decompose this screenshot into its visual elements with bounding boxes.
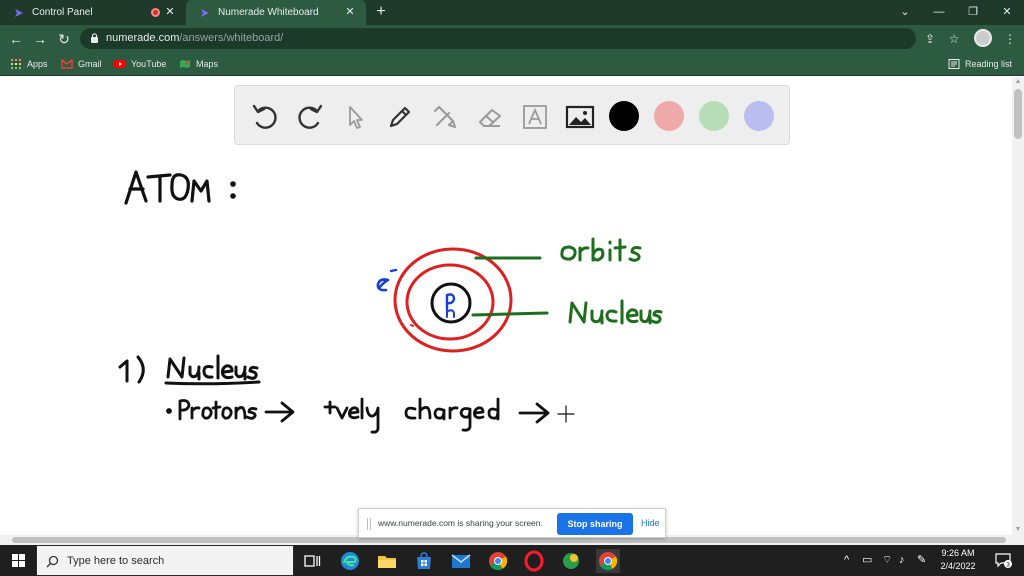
color-swatch-black[interactable] [609,101,639,131]
show-hidden-icons-chevron-icon[interactable]: ^ [844,553,849,567]
scroll-down-arrow-icon[interactable]: ▼ [1012,525,1024,535]
share-icon[interactable]: ⇪ [920,29,940,49]
bookmark-maps[interactable]: Maps [179,56,218,72]
reload-button[interactable]: ↻ [54,29,74,49]
tab-title: Control Panel [32,7,93,18]
menu-icon[interactable]: ⋮ [1000,29,1020,49]
handwriting-section-nucleus [118,354,261,386]
close-window-button[interactable]: ✕ [990,0,1024,25]
handwriting-atom-heading [124,170,236,205]
url-path: /answers/whiteboard/ [179,32,284,44]
color-swatch-red[interactable] [654,101,684,131]
gmail-icon [61,59,73,69]
file-explorer-icon[interactable] [375,549,399,573]
restore-window-button[interactable]: ❐ [956,0,990,25]
maps-icon [180,60,190,68]
search-icon [46,555,59,568]
browser-tab-strip: Control Panel ✕ Numerade Whiteboard ✕ + … [0,0,1024,25]
notification-center-icon[interactable]: 3 [994,551,1012,569]
handwriting-nucleus-label [568,299,663,325]
lock-icon [91,33,98,43]
windows-taskbar: Type here to search ^ ▭ ⌔ ♪ ✎ 9:26 AM 2/… [0,545,1024,576]
cursor-crosshair-icon [557,405,575,423]
reading-list-button[interactable]: Reading list [948,56,1012,72]
image-upload-icon[interactable] [564,101,596,133]
edge-browser-icon[interactable] [338,549,362,573]
hide-banner-button[interactable]: Hide [641,518,660,528]
mail-icon[interactable] [449,549,473,573]
volume-icon[interactable]: ♪ [899,553,905,567]
reading-list-label: Reading list [965,59,1013,69]
profile-avatar[interactable] [974,29,992,47]
address-bar[interactable]: numerade.com/answers/whiteboard/ [80,28,916,49]
color-swatch-blue[interactable] [744,101,774,131]
clock-time: 9:26 AM [941,548,975,558]
redo-icon[interactable] [294,101,326,133]
taskbar-clock[interactable]: 9:26 AM 2/4/2022 [928,547,988,573]
clock-date: 2/4/2022 [940,561,976,571]
bookmark-star-icon[interactable]: ☆ [944,29,964,49]
screen-sharing-banner: www.numerade.com is sharing your screen.… [358,508,666,538]
scrollbar-thumb[interactable] [1014,89,1022,139]
whiteboard-toolbar [234,85,790,145]
tab-control-panel[interactable]: Control Panel ✕ [0,0,186,25]
reading-list-icon [948,59,960,69]
screen: Control Panel ✕ Numerade Whiteboard ✕ + … [0,0,1024,576]
youtube-icon [114,60,126,68]
close-tab-icon[interactable]: ✕ [164,6,176,18]
recording-indicator-icon [151,8,160,17]
back-button[interactable]: ← [6,29,26,49]
drag-handle-icon[interactable] [367,518,371,530]
search-placeholder: Type here to search [67,555,165,567]
select-pointer-icon[interactable] [339,101,371,133]
sharing-message: www.numerade.com is sharing your screen. [378,518,543,528]
opera-icon[interactable] [522,549,546,573]
app-icon[interactable] [559,549,583,573]
chrome-icon[interactable] [486,549,510,573]
tools-icon[interactable] [429,101,461,133]
new-tab-button[interactable]: + [372,3,390,21]
minimize-window-button[interactable]: — [922,0,956,25]
forward-button[interactable]: → [30,29,50,49]
bookmark-label: YouTube [131,59,167,69]
stop-sharing-button[interactable]: Stop sharing [557,513,633,535]
scroll-up-arrow-icon[interactable]: ▲ [1012,77,1024,87]
atom-diagram [376,247,549,353]
undo-icon[interactable] [249,101,281,133]
browser-toolbar: ← → ↻ numerade.com/answers/whiteboard/ ⇪… [0,25,1024,52]
handwriting-orbits-label [560,237,642,262]
whiteboard-canvas[interactable] [0,77,1012,535]
wifi-icon[interactable]: ⌔ [882,553,892,567]
bookmark-label: Maps [196,59,219,69]
whiteboard-page[interactable] [0,77,1012,535]
tab-search-icon[interactable]: ⌄ [888,0,922,25]
bookmark-label: Gmail [78,59,102,69]
close-tab-icon[interactable]: ✕ [344,6,356,18]
taskbar-search-box[interactable]: Type here to search [36,545,294,576]
task-view-icon[interactable] [300,549,324,573]
pen-workspace-icon[interactable]: ✎ [917,553,926,567]
apps-grid-icon [11,59,21,69]
numerade-favicon-icon [201,8,209,17]
text-tool-icon[interactable] [519,101,551,133]
tab-title: Numerade Whiteboard [218,7,319,18]
bookmarks-bar: Apps Gmail YouTube Maps Reading list [0,52,1024,76]
chrome-active-icon[interactable] [596,549,620,573]
url-domain: numerade.com [106,32,180,44]
handwriting-protons-line [166,397,550,434]
numerade-favicon-icon [15,8,23,17]
bookmark-gmail[interactable]: Gmail [61,56,102,72]
color-swatch-green[interactable] [699,101,729,131]
battery-icon[interactable]: ▭ [862,553,872,567]
url-text: numerade.com/answers/whiteboard/ [106,32,283,44]
eraser-icon[interactable] [474,101,506,133]
bookmark-youtube[interactable]: YouTube [114,56,166,72]
vertical-scrollbar[interactable]: ▲ ▼ [1012,77,1024,535]
bookmark-apps[interactable]: Apps [10,56,48,72]
tab-numerade-whiteboard[interactable]: Numerade Whiteboard ✕ [186,0,366,25]
windows-start-icon[interactable] [0,545,36,576]
pen-icon[interactable] [384,101,416,133]
microsoft-store-icon[interactable] [412,549,436,573]
bookmark-label: Apps [27,59,48,69]
